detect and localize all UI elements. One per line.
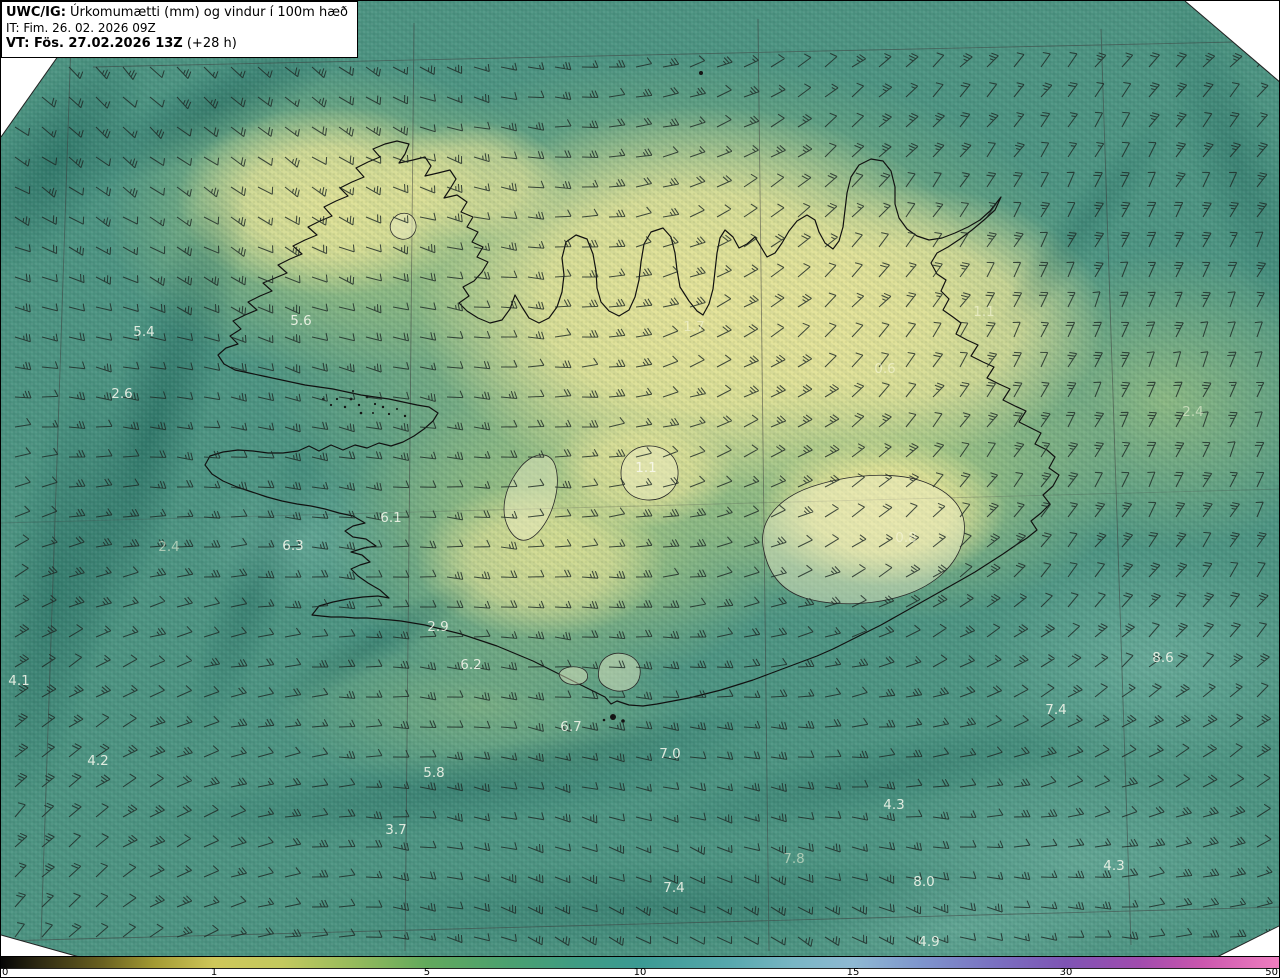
colorbar-tick-label: 50	[1265, 967, 1278, 978]
extrema-value-label: 7.8	[783, 851, 804, 867]
map-title: Úrkomumætti (mm) og vindur í 100m hæð	[65, 5, 348, 20]
extrema-value-label: 7.4	[1045, 702, 1066, 718]
extrema-value-label: 8.0	[913, 874, 934, 890]
extrema-value-label: 7.0	[659, 746, 680, 762]
precipitation-wind-map: 5.4 5.6 2.6 1.7 1.1 0.6 2.4 1.1 6.1 6.3 2.4 0.8 2.9 6…	[1, 1, 1279, 958]
extrema-value-label: 5.4	[133, 324, 154, 340]
extrema-value-label: 4.2	[87, 753, 108, 769]
init-time: IT: Fim. 26. 02. 2026 09Z	[6, 21, 156, 36]
colorbar-ticks: 0 1 5 10 15 30 50	[1, 967, 1279, 978]
valid-time-line: VT: Fös. 27.02.2026 13Z (+28 h)	[6, 36, 348, 52]
extrema-value-label: 1.7	[683, 319, 704, 335]
colorbar-tick-label: 10	[633, 967, 647, 978]
extrema-value-label: 7.4	[663, 880, 684, 896]
colorbar-tick-label: 15	[846, 967, 860, 978]
colorbar-tick-label: 1	[210, 967, 218, 978]
extrema-value-label: 2.9	[427, 619, 448, 635]
extrema-value-label: 6.3	[282, 538, 303, 554]
extrema-value-label: 5.8	[423, 765, 444, 781]
extrema-value-label: 4.3	[883, 797, 904, 813]
extrema-value-label: 0.6	[874, 361, 895, 377]
extrema-value-label: 2.4	[158, 539, 179, 555]
extrema-value-label: 4.3	[1103, 858, 1124, 874]
extrema-value-label: 6.7	[560, 719, 581, 735]
extrema-value-label: 2.4	[1182, 404, 1203, 420]
extrema-value-label: 0.8	[895, 530, 916, 546]
extrema-value-label: 1.1	[973, 304, 994, 320]
weather-map-page: 5.4 5.6 2.6 1.7 1.1 0.6 2.4 1.1 6.1 6.3 2.4 0.8 2.9 6…	[0, 0, 1280, 978]
colorbar-tick-label: 30	[1059, 967, 1073, 978]
extrema-value-label: 3.7	[385, 822, 406, 838]
extrema-value-label: 6.2	[460, 657, 481, 673]
extrema-value-label: 8.6	[1152, 650, 1173, 666]
extrema-value-label: 4.1	[8, 673, 29, 689]
colorbar-tick-label: 5	[423, 967, 431, 978]
title-box: UWC/IG: Úrkomumætti (mm) og vindur í 100…	[1, 1, 358, 58]
lead-time: (+28 h)	[182, 36, 237, 52]
colorbar: 0 1 5 10 15 30 50	[1, 956, 1279, 977]
extrema-value-label: 1.1	[635, 460, 656, 476]
glacier-myrdalsjokull	[598, 652, 641, 692]
extrema-value-label: 2.6	[111, 386, 132, 402]
extrema-value-label: 6.1	[380, 510, 401, 526]
valid-time: VT: Fös. 27.02.2026 13Z	[6, 36, 183, 52]
colorbar-tick-label: 0	[2, 967, 9, 978]
model-id: UWC/IG:	[6, 5, 66, 20]
extrema-value-label: 4.9	[918, 934, 939, 950]
extrema-value-label: 5.6	[290, 313, 311, 329]
map-title-line: UWC/IG: Úrkomumætti (mm) og vindur í 100…	[6, 5, 348, 21]
